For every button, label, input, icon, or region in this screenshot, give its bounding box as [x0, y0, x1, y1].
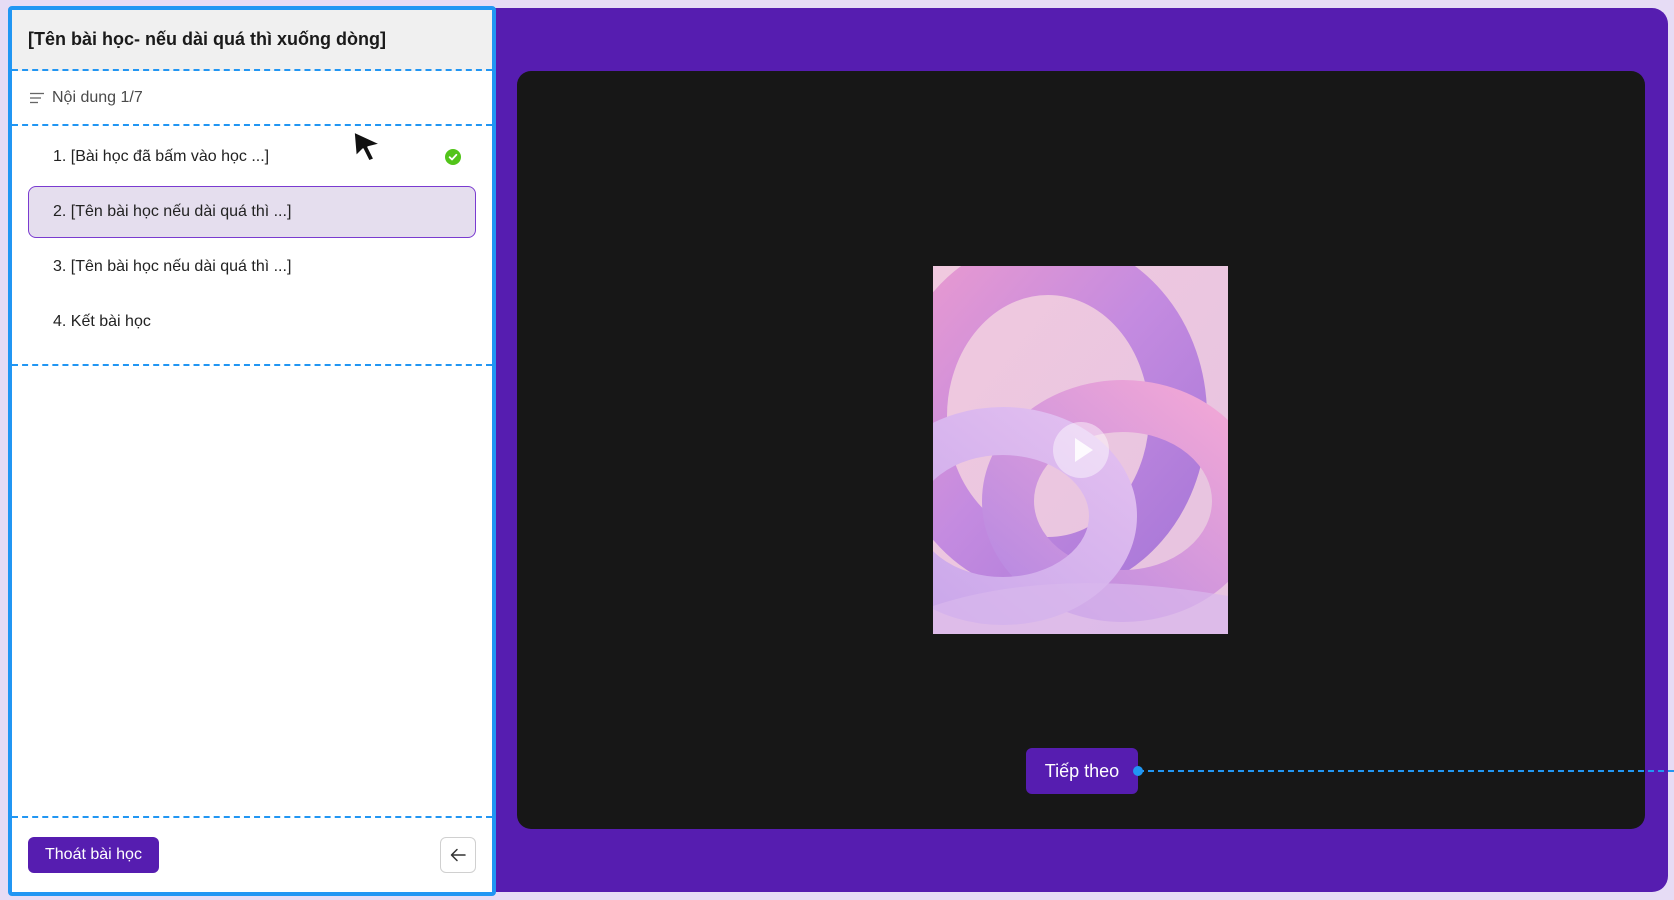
content-progress-label: Nội dung 1/7 [52, 88, 143, 106]
arrow-left-icon [450, 848, 466, 862]
lesson-title: [Tên bài học- nếu dài quá thì xuống dòng… [12, 10, 492, 71]
sidebar-footer: Thoát bài học [12, 816, 492, 892]
lesson-item-3[interactable]: 3. [Tên bài học nếu dài quá thì ...] [28, 241, 476, 293]
lesson-item-label: 3. [Tên bài học nếu dài quá thì ...] [53, 258, 292, 275]
app-stage: [Tên bài học- nếu dài quá thì xuống dòng… [0, 0, 1674, 900]
annotation-connector-dot [1133, 766, 1143, 776]
lesson-item-4[interactable]: 4. Kết bài học [28, 296, 476, 348]
video-thumbnail[interactable] [933, 266, 1228, 634]
collapse-sidebar-button[interactable] [440, 837, 476, 873]
video-player: Tiếp theo [517, 71, 1645, 829]
mouse-cursor-icon [353, 131, 381, 162]
exit-lesson-button[interactable]: Thoát bài học [28, 837, 159, 873]
list-icon [30, 92, 44, 103]
lesson-item-2[interactable]: 2. [Tên bài học nếu dài quá thì ...] [28, 186, 476, 238]
lesson-sidebar: [Tên bài học- nếu dài quá thì xuống dòng… [8, 6, 496, 896]
lesson-list: 1. [Bài học đã bấm vào học ...] 2. [Tên … [12, 126, 492, 366]
next-button[interactable]: Tiếp theo [1026, 748, 1138, 794]
lesson-item-label: 1. [Bài học đã bấm vào học ...] [53, 148, 270, 165]
annotation-connector-line [1138, 770, 1674, 772]
check-circle-icon [445, 149, 461, 165]
lesson-item-label: 2. [Tên bài học nếu dài quá thì ...] [53, 203, 292, 220]
lesson-item-label: 4. Kết bài học [53, 313, 151, 330]
lesson-item-1[interactable]: 1. [Bài học đã bấm vào học ...] [28, 131, 476, 183]
play-icon[interactable] [1053, 422, 1109, 478]
content-progress: Nội dung 1/7 [12, 71, 492, 126]
